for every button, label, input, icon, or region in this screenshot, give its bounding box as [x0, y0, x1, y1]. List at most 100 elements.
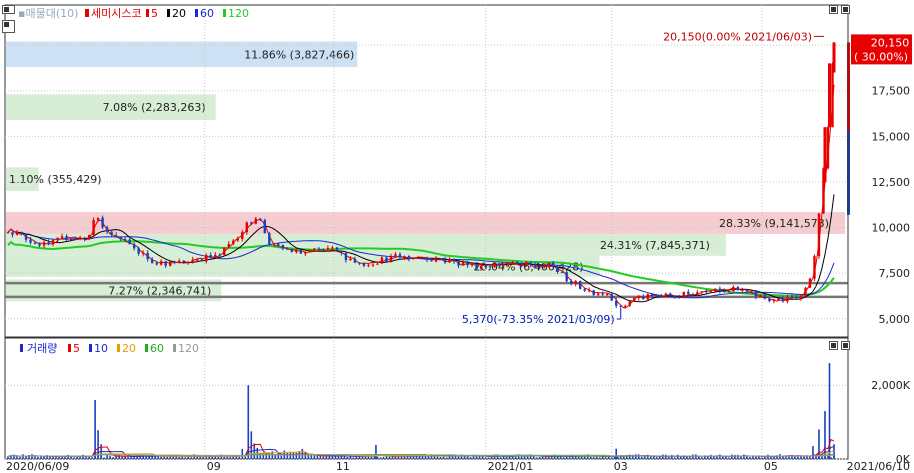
candle-body [78, 238, 82, 240]
volume-bar [289, 451, 292, 459]
volume-bar [121, 456, 123, 459]
volume-bar [725, 456, 727, 459]
candle-body [574, 280, 577, 284]
zoom-button[interactable] [2, 20, 15, 33]
series-color-swatch [85, 9, 89, 17]
candle-body [664, 293, 667, 297]
volume-bar [637, 454, 640, 459]
price-legend-label: 세미시스코 [91, 7, 142, 20]
volume-bar [767, 454, 769, 459]
candle-body [340, 251, 343, 254]
volume-panel-frame [4, 337, 849, 460]
stock-chart-window: 11.86% (3,827,466) 7.08% (2,283,263) 1.10%… [0, 0, 914, 473]
candle-body [11, 232, 14, 235]
volume-bar [592, 457, 595, 459]
candle-body [74, 239, 77, 241]
candle-body [732, 286, 735, 291]
candle-body [615, 300, 618, 306]
volume-bar [538, 457, 541, 459]
volume-bar [346, 456, 349, 459]
candle-body [173, 261, 176, 263]
price-panel-restore-button[interactable] [829, 5, 838, 14]
legend-swatch [195, 9, 198, 17]
candle-body [353, 258, 357, 263]
price-y-tick-label: 15,000 [872, 130, 911, 143]
volume-bar [166, 456, 168, 459]
candle-body [69, 239, 73, 241]
volume-bar [375, 444, 377, 459]
legend-swatch [117, 344, 120, 352]
legend-swatch [223, 9, 226, 17]
candle-body [128, 239, 131, 245]
candle-body [236, 238, 239, 241]
candle-body [137, 248, 140, 254]
legend-swatch [146, 9, 149, 17]
candle-body [533, 264, 537, 267]
candle-body [709, 291, 713, 293]
candle-body [660, 296, 663, 298]
candle-body [832, 42, 836, 73]
candle-body [804, 287, 807, 297]
candle-body [808, 278, 812, 288]
volume-profile-label: 7.27% (2,346,741) [108, 284, 211, 297]
candle-body [358, 262, 361, 264]
candle-body [524, 262, 528, 265]
price-panel-close-button[interactable] [841, 5, 850, 14]
candle-body [47, 242, 50, 244]
candle-body [727, 290, 731, 292]
volume-panel-restore-button[interactable] [829, 341, 838, 350]
volume-bar [376, 456, 379, 459]
candle-body [268, 233, 271, 244]
candle-body [304, 252, 307, 254]
candle-body [349, 258, 352, 261]
candle-body [583, 288, 586, 291]
candle-body [506, 263, 510, 265]
candle-body [750, 290, 753, 292]
volume-bar [178, 456, 181, 459]
candle-body [799, 296, 803, 299]
volume-profile-label: 7.08% (2,283,263) [103, 101, 206, 114]
volume-bar [31, 454, 33, 459]
candle-body [132, 244, 136, 249]
candle-body [398, 254, 402, 258]
volume-bar [812, 446, 814, 459]
volume-bar [16, 456, 18, 459]
candle-body [502, 264, 505, 266]
candle-body [470, 263, 474, 266]
candle-body [651, 294, 654, 296]
volume-bar [728, 457, 730, 459]
candle-body [29, 239, 32, 243]
candle-body [313, 248, 316, 251]
candle-body [430, 260, 433, 262]
candle-body [551, 262, 555, 267]
candle-body [547, 262, 550, 267]
candle-body [759, 295, 762, 297]
volume-bar [565, 456, 568, 459]
candle-body [597, 293, 600, 295]
volume-bar [343, 456, 346, 459]
candle-body [610, 293, 613, 301]
volume-bar [658, 456, 661, 459]
volume-bar [773, 456, 775, 459]
price-y-tick-label: 7,500 [879, 267, 911, 280]
candle-body [813, 256, 816, 279]
volume-bar [313, 455, 316, 459]
volume-bar [615, 448, 618, 459]
candle-body [24, 233, 28, 240]
volume-bar [253, 443, 256, 459]
candle-body [777, 298, 780, 300]
volume-bar [749, 457, 751, 459]
candle-body [191, 259, 194, 262]
volume-bar [127, 456, 129, 459]
candle-body [371, 264, 375, 266]
legend-swatch [68, 344, 71, 352]
volume-bar [22, 454, 24, 459]
settings-button[interactable] [2, 5, 15, 14]
candle-body [308, 250, 312, 253]
volume-bar [361, 456, 364, 459]
candle-body [214, 254, 217, 258]
volume-bar [469, 457, 472, 459]
candle-body [105, 227, 109, 232]
volume-panel-close-button[interactable] [841, 341, 850, 350]
candle-body [488, 266, 492, 268]
